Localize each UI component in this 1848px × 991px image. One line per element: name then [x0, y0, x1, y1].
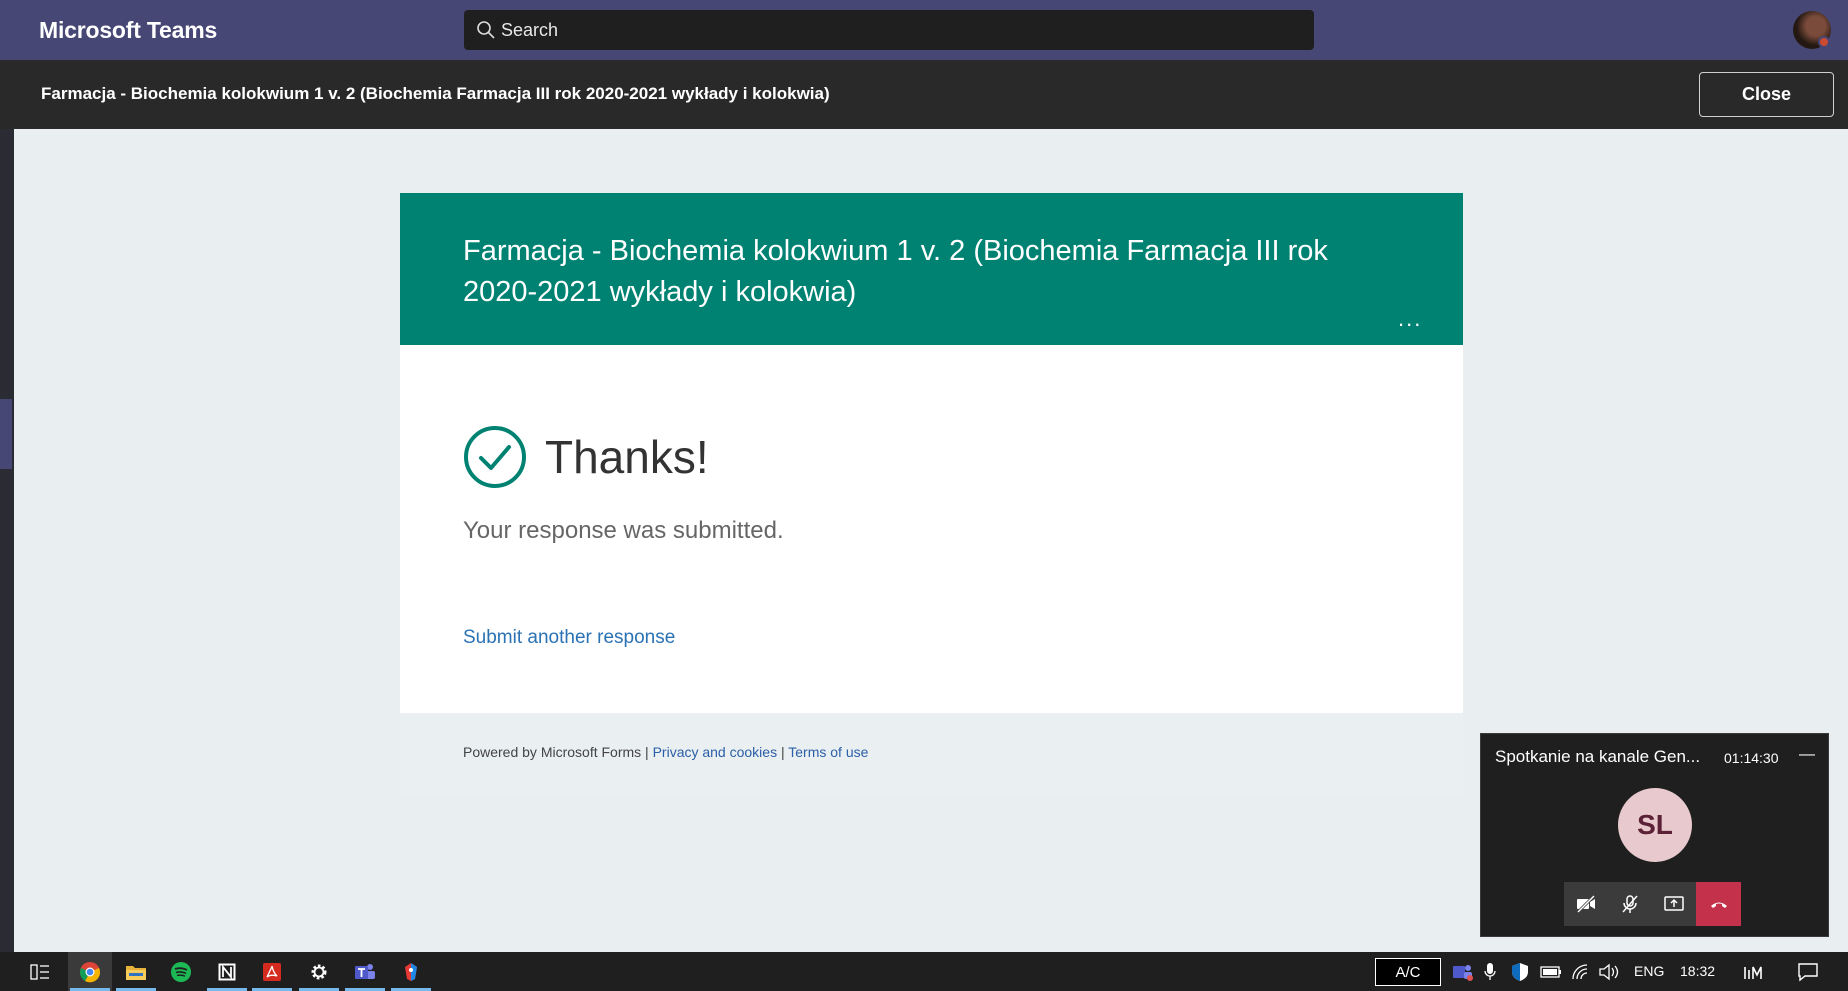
form-confirmation-panel: Thanks! Your response was submitted. Sub… — [400, 345, 1463, 713]
form-title: Farmacja - Biochemia kolokwium 1 v. 2 (B… — [463, 235, 1328, 308]
submit-another-response-link[interactable]: Submit another response — [463, 627, 675, 649]
notifications-icon[interactable] — [1797, 962, 1819, 982]
checkmark-circle-icon — [464, 426, 526, 488]
battery-icon[interactable] — [1540, 964, 1562, 980]
meeting-controls — [1564, 882, 1741, 926]
more-options-icon[interactable]: ... — [1398, 308, 1422, 330]
privacy-link[interactable]: Privacy and cookies — [653, 744, 778, 760]
ac-keyboard-layout[interactable]: A/C — [1375, 958, 1441, 986]
chrome-icon — [80, 961, 100, 982]
shield-icon[interactable] — [1510, 961, 1530, 983]
left-rail-active-tab[interactable] — [0, 399, 12, 469]
wifi-icon[interactable] — [1571, 963, 1591, 981]
thanks-heading: Thanks! — [545, 431, 709, 483]
task-view-button[interactable] — [18, 952, 62, 991]
taskbar-acrobat[interactable] — [250, 952, 294, 991]
taskbar-spotify[interactable] — [159, 952, 203, 991]
teams-tray-icon[interactable] — [1452, 961, 1474, 983]
notion-icon — [218, 963, 236, 980]
volume-icon[interactable] — [1598, 963, 1620, 981]
left-app-rail — [0, 129, 14, 952]
search-icon — [477, 21, 495, 39]
meeting-title: Spotkanie na kanale Gen... — [1495, 747, 1701, 766]
task-view-icon — [30, 963, 49, 980]
taskbar-chrome[interactable] — [68, 952, 112, 991]
submitted-message: Your response was submitted. — [463, 517, 784, 544]
taskbar-notion[interactable] — [205, 952, 249, 991]
meeting-duration: 01:14:30 — [1724, 750, 1779, 766]
stage-title: Farmacja - Biochemia kolokwium 1 v. 2 (B… — [41, 84, 830, 103]
minimize-icon[interactable]: — — [1799, 746, 1815, 764]
share-screen-icon — [1664, 896, 1684, 911]
form-footer: Powered by Microsoft Forms | Privacy and… — [400, 713, 1463, 795]
teams-title-bar: Microsoft Teams Search — [0, 0, 1848, 60]
footer-text: Powered by Microsoft Forms | Privacy and… — [463, 744, 868, 760]
microphone-off-icon — [1622, 895, 1638, 913]
hang-up-icon — [1710, 902, 1727, 908]
taskbar-file-explorer[interactable] — [114, 952, 158, 991]
language-indicator[interactable]: ENG — [1634, 963, 1664, 979]
taskbar-teams[interactable] — [343, 952, 387, 991]
app-icon — [405, 962, 417, 981]
camera-off-button[interactable] — [1564, 882, 1608, 926]
taskbar-app[interactable] — [389, 952, 433, 991]
gear-icon — [311, 964, 327, 979]
terms-link[interactable]: Terms of use — [788, 744, 868, 760]
meeting-mini-window[interactable]: Spotkanie na kanale Gen... 01:14:30 — SL — [1480, 733, 1829, 937]
meet-now-icon[interactable] — [1743, 963, 1765, 981]
system-clock[interactable]: 18:32 — [1680, 963, 1715, 979]
search-placeholder: Search — [501, 20, 559, 40]
form-header: Farmacja - Biochemia kolokwium 1 v. 2 (B… — [400, 193, 1463, 345]
close-button[interactable]: Close — [1699, 72, 1834, 117]
mute-button[interactable] — [1608, 882, 1652, 926]
windows-taskbar: A/C ENG 18:32 — [0, 952, 1848, 991]
folder-icon — [126, 965, 146, 980]
teams-icon — [355, 963, 375, 979]
hang-up-button[interactable] — [1696, 882, 1741, 926]
camera-off-icon — [1576, 894, 1596, 914]
search-box[interactable]: Search — [464, 10, 1314, 50]
taskbar-settings[interactable] — [297, 952, 341, 991]
stage-header: Farmacja - Biochemia kolokwium 1 v. 2 (B… — [0, 60, 1848, 129]
app-title: Microsoft Teams — [39, 17, 218, 43]
participant-avatar: SL — [1618, 788, 1692, 862]
presence-status-dot — [1818, 36, 1830, 48]
spotify-icon — [171, 961, 191, 982]
footer-separator: | — [777, 744, 789, 760]
microphone-tray-icon[interactable] — [1483, 961, 1497, 983]
powered-by-text: Powered by Microsoft Forms | — [463, 744, 653, 760]
acrobat-icon — [263, 962, 281, 981]
share-screen-button[interactable] — [1652, 882, 1696, 926]
